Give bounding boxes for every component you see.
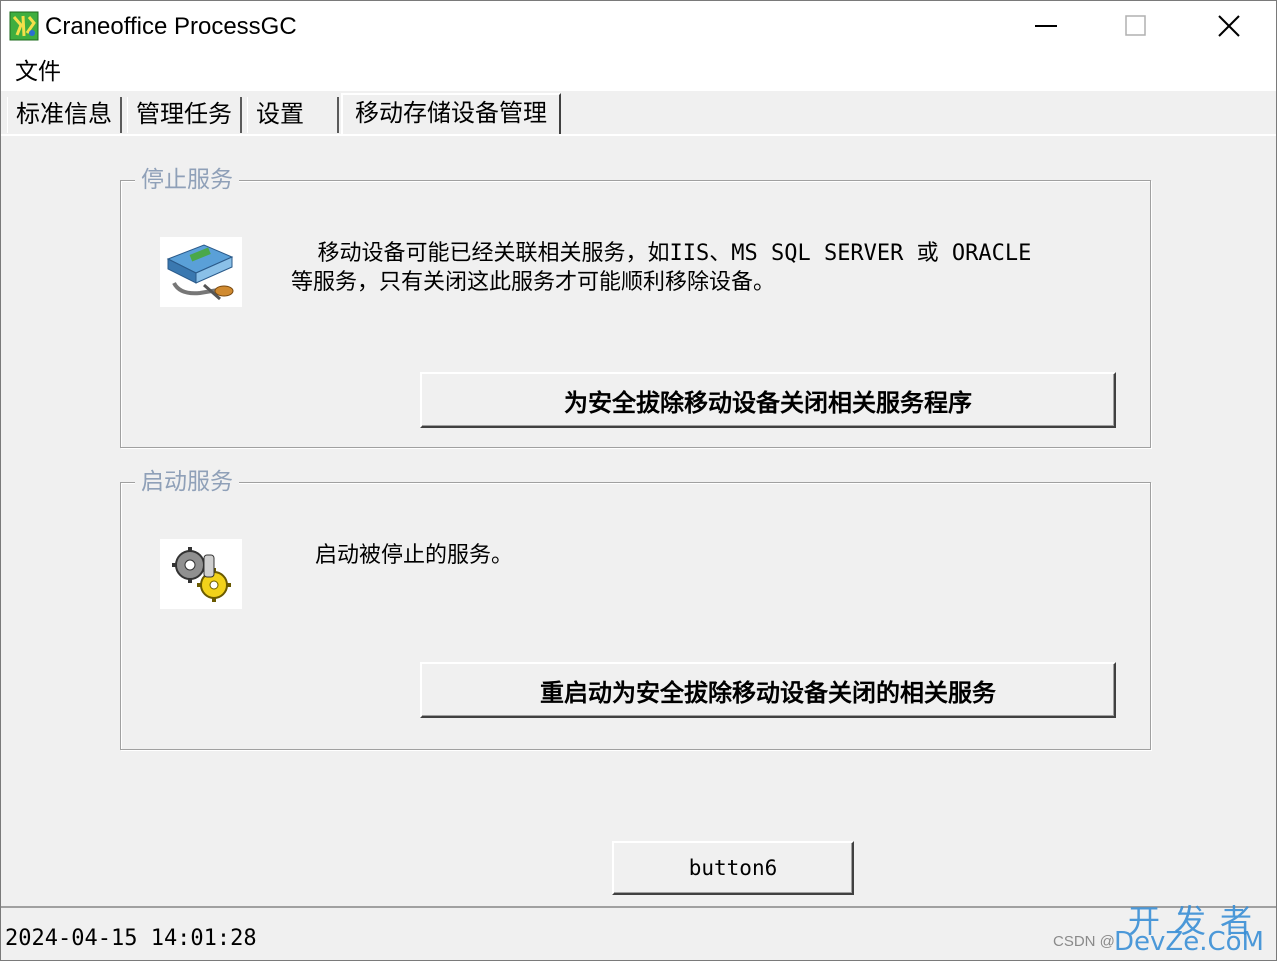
stop-services-button[interactable]: 为安全拔除移动设备关闭相关服务程序 [420, 372, 1116, 428]
tab-standard-info[interactable]: 标准信息 [7, 97, 122, 133]
close-button[interactable] [1184, 1, 1274, 51]
stop-service-description-line1: 移动设备可能已经关联相关服务，如IIS、MS SQL SERVER 或 ORAC… [291, 241, 1032, 266]
stop-service-description-line2: 等服务，只有关闭这此服务才可能顺利移除设备。 [291, 270, 776, 295]
restart-services-button[interactable]: 重启动为安全拔除移动设备关闭的相关服务 [420, 662, 1116, 718]
maximize-button[interactable] [1091, 1, 1181, 51]
start-service-description: 启动被停止的服务。 [315, 543, 514, 568]
drive-tools-icon [160, 237, 242, 307]
tab-settings[interactable]: 设置 [247, 97, 339, 133]
tab-strip: 标准信息 管理任务 设置 移动存储设备管理 [1, 91, 1276, 135]
menu-bar: 文件 [1, 51, 1276, 91]
tab-removable-storage[interactable]: 移动存储设备管理 [341, 93, 561, 135]
stop-service-group: 停止服务 移动设备可能已经关联相关服务，如IIS、MS SQL SERVER 或… [120, 163, 1151, 448]
app-icon [9, 11, 39, 41]
maximize-icon [1125, 15, 1146, 36]
title-bar[interactable]: Craneoffice ProcessGC [1, 1, 1276, 51]
status-datetime: 2024-04-15 14:01:28 [5, 926, 257, 951]
menu-file[interactable]: 文件 [15, 57, 61, 87]
stop-service-legend: 停止服务 [135, 163, 239, 197]
button6[interactable]: button6 [612, 841, 854, 895]
close-icon [1218, 15, 1240, 37]
tab-manage-tasks[interactable]: 管理任务 [127, 97, 242, 133]
watermark-csdn: CSDN @ [1053, 933, 1115, 950]
tab-divider [1, 134, 1276, 136]
start-service-legend: 启动服务 [135, 465, 239, 499]
start-service-group: 启动服务 启动被停止的服务。 重启动为安全拔除移动设备关闭的相关服务 [120, 465, 1151, 750]
gears-icon [160, 539, 242, 609]
minimize-icon [1035, 25, 1057, 27]
window-title: Craneoffice ProcessGC [45, 13, 297, 40]
app-window: Craneoffice ProcessGC 文件 标准信息 管理任务 设置 移动… [0, 0, 1277, 961]
watermark-en: DevZe.CoM [1114, 927, 1264, 957]
minimize-button[interactable] [1001, 1, 1091, 51]
